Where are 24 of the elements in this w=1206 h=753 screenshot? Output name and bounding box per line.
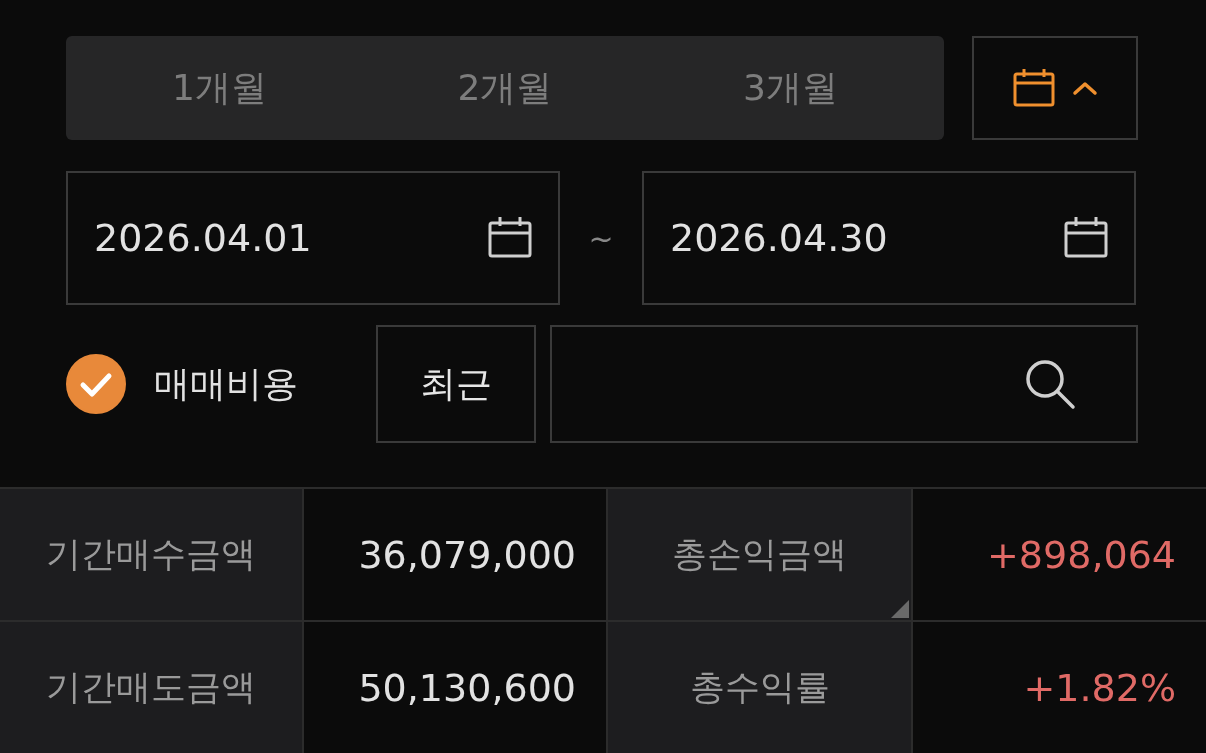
- summary-label-cell: 기간매수금액: [0, 489, 302, 620]
- summary-value: 50,130,600: [358, 668, 576, 707]
- search-field[interactable]: [550, 325, 1138, 443]
- start-date-field[interactable]: 2026.04.01: [66, 171, 560, 305]
- checkbox-label: 매매비용: [154, 361, 298, 406]
- chevron-icon: [1072, 80, 1098, 96]
- checkbox[interactable]: [66, 354, 126, 414]
- summary-label-cell: 총수익률: [608, 622, 911, 753]
- end-date-field[interactable]: 2026.04.30: [642, 171, 1136, 305]
- recent-button[interactable]: 최근: [376, 325, 536, 443]
- calendar-icon: [1012, 68, 1056, 108]
- calendar-icon: [1064, 217, 1108, 259]
- period-tab[interactable]: 1개월: [116, 55, 323, 121]
- summary-value: +898,064: [987, 535, 1176, 574]
- period-tab[interactable]: 2개월: [401, 55, 609, 121]
- corner-triangle-icon: [891, 600, 909, 618]
- summary-value: 36,079,000: [358, 535, 576, 574]
- summary-label-cell: 기간매도금액: [0, 622, 302, 753]
- calendar-icon: [488, 217, 532, 259]
- summary-label-cell: 총손익금액: [608, 489, 911, 620]
- range-separator: ~: [587, 220, 615, 256]
- period-tab[interactable]: 3개월: [687, 55, 894, 121]
- summary-value: +1.82%: [1023, 668, 1176, 707]
- calendar-toggle-button[interactable]: [972, 36, 1138, 140]
